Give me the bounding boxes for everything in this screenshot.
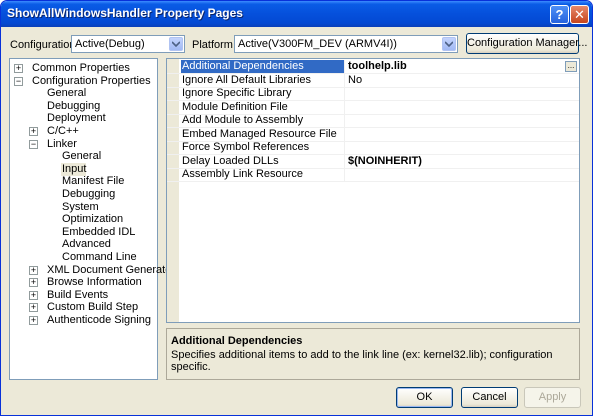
column-divider bbox=[344, 87, 345, 100]
tree-item-label: Linker bbox=[47, 137, 77, 150]
tree-item-label: Configuration Properties bbox=[32, 74, 151, 87]
tree-item-label: Input bbox=[61, 162, 87, 176]
tree-item-label: Manifest File bbox=[62, 175, 125, 188]
property-name: Force Symbol References bbox=[182, 141, 310, 153]
expand-icon[interactable]: + bbox=[29, 127, 38, 136]
property-row[interactable]: Assembly Link Resource bbox=[167, 168, 579, 182]
tree-item-label: System bbox=[62, 200, 99, 213]
tree-item-label: Advanced bbox=[62, 238, 111, 251]
tree-item-label: Embedded IDL bbox=[62, 225, 136, 238]
platform-value: Active(V300FM_DEV (ARMV4I)) bbox=[238, 38, 397, 50]
column-divider bbox=[344, 100, 345, 114]
property-row[interactable]: Ignore All Default Libraries No bbox=[167, 73, 579, 88]
cancel-button[interactable]: Cancel bbox=[461, 387, 518, 408]
tree-item-label: Debugging bbox=[47, 99, 101, 112]
tree-item-label: Optimization bbox=[62, 213, 124, 226]
property-value[interactable] bbox=[346, 101, 348, 114]
ok-button[interactable]: OK bbox=[396, 387, 453, 408]
tree-item-label: Build Events bbox=[47, 288, 109, 301]
chevron-down-icon[interactable] bbox=[442, 37, 456, 51]
collapse-icon[interactable]: − bbox=[29, 139, 38, 149]
collapse-icon[interactable]: − bbox=[14, 76, 23, 86]
close-icon: ✕ bbox=[574, 7, 585, 22]
help-button[interactable]: ? bbox=[550, 5, 569, 24]
property-value[interactable]: toolhelp.lib bbox=[346, 60, 407, 73]
column-divider bbox=[344, 154, 345, 168]
configuration-label: Configuration: bbox=[10, 39, 79, 51]
tree-item-label: General bbox=[62, 150, 102, 163]
property-row[interactable]: Add Module to Assembly bbox=[167, 114, 579, 128]
property-tree: + Common Properties − Configuration Propert… bbox=[9, 58, 175, 380]
property-name: Delay Loaded DLLs bbox=[182, 154, 279, 167]
description-panel: Additional Dependencies Specifies additi… bbox=[166, 328, 580, 380]
description-text: Specifies additional items to add to the… bbox=[171, 349, 553, 373]
property-value[interactable] bbox=[346, 87, 348, 100]
property-name: Ignore All Default Libraries bbox=[182, 73, 312, 86]
property-name: Additional Dependencies bbox=[181, 60, 344, 73]
close-button[interactable]: ✕ bbox=[570, 5, 589, 24]
property-name: Assembly Link Resource bbox=[182, 168, 304, 180]
expand-icon[interactable]: + bbox=[29, 265, 38, 275]
property-row[interactable]: Ignore Specific Library bbox=[167, 87, 579, 101]
property-row[interactable]: Delay Loaded DLLs $(NOINHERIT) bbox=[167, 154, 579, 169]
title-bar[interactable]: ShowAllWindowsHandler Property Pages ? ✕ bbox=[1, 1, 592, 27]
property-value[interactable]: $(NOINHERIT) bbox=[346, 155, 422, 168]
tree-item-label: C/C++ bbox=[47, 125, 79, 137]
column-divider bbox=[344, 73, 345, 87]
tree-item-label: Custom Build Step bbox=[47, 301, 139, 314]
tree-item-label: Browse Information bbox=[47, 276, 142, 289]
property-value[interactable] bbox=[346, 141, 348, 154]
column-divider bbox=[344, 168, 345, 181]
column-divider bbox=[344, 127, 345, 141]
window-title: ShowAllWindowsHandler Property Pages bbox=[7, 6, 243, 20]
expand-icon[interactable]: + bbox=[29, 303, 38, 313]
expand-icon[interactable]: + bbox=[29, 316, 38, 325]
property-name: Ignore Specific Library bbox=[182, 87, 292, 99]
tree-item-label: Command Line bbox=[62, 251, 137, 263]
property-name: Module Definition File bbox=[182, 100, 288, 113]
column-divider bbox=[344, 141, 345, 154]
apply-button[interactable]: Apply bbox=[524, 387, 581, 408]
configuration-value: Active(Debug) bbox=[75, 38, 145, 50]
expand-icon[interactable]: + bbox=[29, 290, 38, 300]
description-title: Additional Dependencies bbox=[171, 335, 303, 347]
property-row[interactable]: Force Symbol References bbox=[167, 141, 579, 155]
help-icon: ? bbox=[555, 7, 564, 22]
platform-label: Platform: bbox=[192, 39, 237, 51]
column-divider bbox=[344, 60, 345, 73]
property-row[interactable]: Embed Managed Resource File bbox=[167, 127, 579, 142]
property-name: Add Module to Assembly bbox=[182, 114, 304, 126]
property-row[interactable]: Module Definition File bbox=[167, 100, 579, 115]
property-name: Embed Managed Resource File bbox=[182, 127, 337, 140]
property-pages-window: ShowAllWindowsHandler Property Pages ? ✕… bbox=[0, 0, 593, 416]
property-value[interactable] bbox=[346, 114, 348, 127]
column-divider bbox=[344, 114, 345, 127]
expand-icon[interactable]: + bbox=[14, 64, 23, 73]
expand-icon[interactable]: + bbox=[29, 278, 38, 288]
property-value[interactable] bbox=[346, 168, 348, 181]
tree-item-label: Common Properties bbox=[32, 62, 130, 74]
tree-item-label: Debugging bbox=[62, 188, 116, 200]
tree-item-label: Deployment bbox=[47, 112, 106, 125]
configuration-combo[interactable]: Active(Debug) bbox=[71, 35, 185, 53]
property-grid: Additional Dependencies toolhelp.lib... Ig… bbox=[166, 58, 580, 323]
property-value[interactable] bbox=[346, 128, 348, 141]
tree-item-label: General bbox=[47, 87, 87, 100]
chevron-down-icon[interactable] bbox=[169, 37, 183, 51]
browse-ellipsis-button[interactable]: ... bbox=[565, 61, 577, 72]
property-row[interactable]: Additional Dependencies toolhelp.lib... bbox=[167, 60, 579, 74]
configuration-manager-button[interactable]: Configuration Manager... bbox=[466, 33, 587, 54]
platform-combo[interactable]: Active(V300FM_DEV (ARMV4I)) bbox=[234, 35, 458, 53]
tree-item-label: Authenticode Signing bbox=[47, 314, 151, 326]
tree-item-label: XML Document Generator bbox=[47, 263, 175, 276]
property-value[interactable]: No bbox=[346, 74, 362, 87]
